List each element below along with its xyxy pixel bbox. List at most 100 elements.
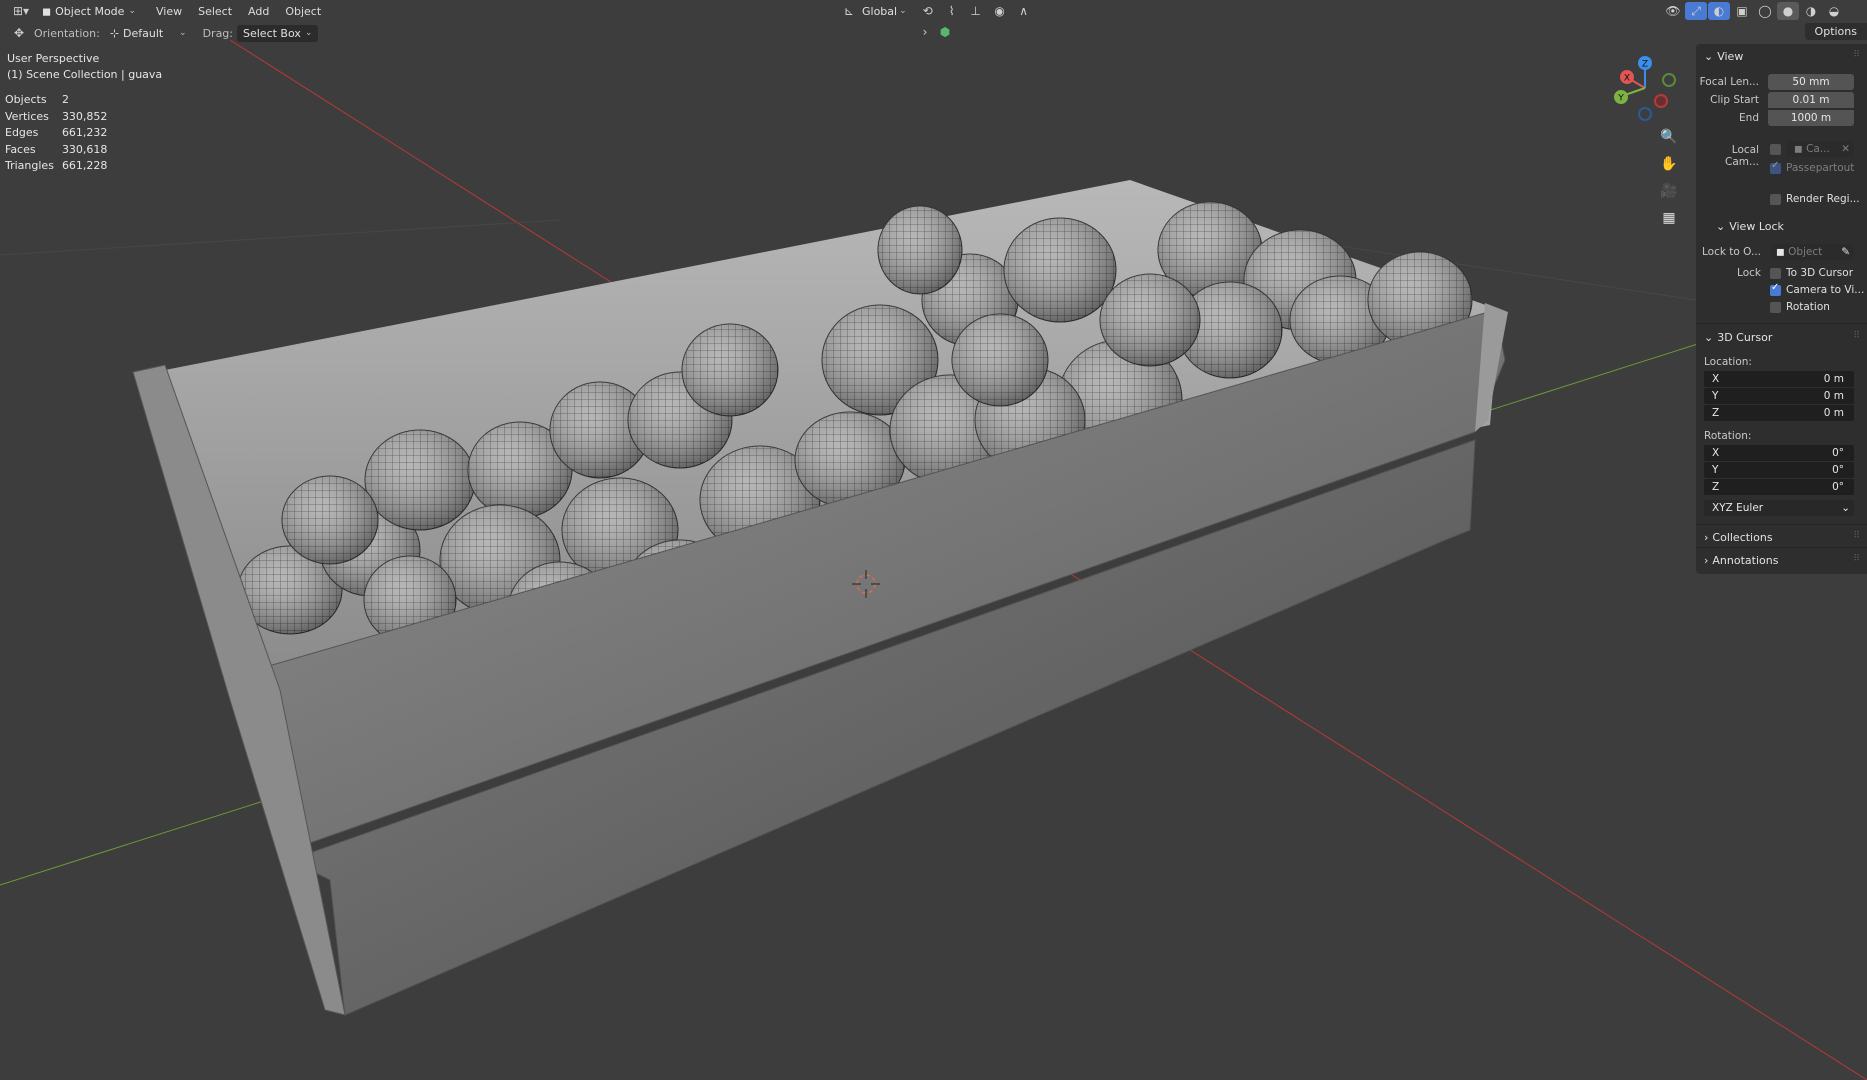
perspective-toggle-icon[interactable]: ▦ (1656, 205, 1682, 231)
camera-object-icon: ◼ (1794, 143, 1803, 155)
menu-object[interactable]: Object (277, 5, 329, 18)
drag-grip-icon[interactable]: ⠿ (1853, 554, 1861, 564)
options-button[interactable]: Options (1804, 23, 1867, 40)
axis-value: 0 m (1823, 390, 1844, 402)
orientation-dropdown[interactable]: ⊹ Default ⌄ (104, 25, 193, 42)
chevron-down-icon: ⌄ (128, 6, 136, 16)
chevron-down-icon: ⌄ (1704, 50, 1714, 63)
lock-to-cursor-checkbox[interactable] (1770, 268, 1781, 279)
view-lock-section-header[interactable]: ⌄ View Lock (1716, 220, 1784, 233)
stat-row: Vertices 330,852 (5, 109, 115, 126)
view-lock-title: View Lock (1729, 220, 1784, 233)
local-camera-field[interactable]: ◼ Ca... ✕ (1786, 141, 1854, 157)
clip-end-field[interactable]: 1000 m (1768, 110, 1854, 126)
transform-orientation-icon[interactable]: ⊾ (838, 2, 860, 20)
proportional-editing-icon[interactable]: ◉ (989, 2, 1011, 20)
orientation-icon: ⊹ (109, 26, 120, 40)
camera-view-icon[interactable]: 🎥 (1656, 178, 1682, 204)
eyedropper-icon[interactable]: ✎ (1841, 244, 1850, 260)
pan-hand-icon[interactable]: ✋ (1656, 151, 1682, 177)
render-region-checkbox[interactable] (1770, 194, 1781, 205)
axis-label: Y (1712, 464, 1719, 476)
menu-add[interactable]: Add (240, 5, 277, 18)
clip-end-label: End (1739, 112, 1759, 124)
stat-label: Faces (5, 142, 36, 156)
guava-shading (952, 314, 1048, 406)
chevron-right-icon[interactable]: › (918, 23, 932, 41)
close-icon[interactable]: ✕ (1841, 141, 1850, 157)
view-name: User Perspective (7, 52, 100, 65)
zoom-icon[interactable]: 🔍 (1656, 124, 1682, 150)
passepartout-label: Passepartout (1786, 162, 1855, 174)
clip-start-field[interactable]: 0.01 m (1768, 92, 1854, 108)
viewport-canvas[interactable] (0, 0, 1867, 1080)
move-tool-icon[interactable]: ✥ (8, 24, 30, 42)
visibility-icon[interactable]: 👁 (1662, 2, 1684, 20)
chevron-down-icon: ⌄ (1841, 502, 1850, 514)
collections-title: Collections (1712, 531, 1773, 544)
focal-length-label: Focal Len... (1699, 76, 1759, 88)
cursor-section-title: 3D Cursor (1717, 331, 1773, 344)
cursor-rotation-label: Rotation: (1704, 430, 1752, 442)
lock-rotation-checkbox[interactable] (1770, 302, 1781, 313)
cursor-location-z[interactable]: Z 0 m (1704, 405, 1854, 421)
axis-label: Z (1712, 407, 1720, 419)
header-bar: ⊞▾ ◼ Object Mode ⌄ View Select Add Objec… (0, 0, 1867, 22)
orientation-value: Default (123, 26, 164, 40)
mode-label: Object Mode (55, 4, 125, 18)
collections-section-header[interactable]: › Collections (1704, 531, 1773, 544)
cursor-location-label: Location: (1704, 356, 1752, 368)
solid-shading-icon[interactable]: ● (1777, 2, 1799, 20)
camera-to-view-checkbox[interactable] (1770, 282, 1781, 296)
lock-to-object-field[interactable]: ◼ Object ✎ (1770, 244, 1854, 260)
editor-type-icon[interactable]: ⊞▾ (6, 2, 36, 20)
drag-value: Select Box (243, 26, 301, 40)
gizmo-z-label: Z (1642, 60, 1648, 70)
lock-to-object-placeholder: Object (1788, 246, 1823, 258)
rotation-mode-dropdown[interactable]: XYZ Euler ⌄ (1704, 500, 1854, 516)
rendered-shading-icon[interactable]: ◒ (1823, 2, 1845, 20)
guava-shading (1100, 274, 1200, 366)
passepartout-checkbox[interactable] (1770, 160, 1781, 174)
cursor-rotation-x[interactable]: X 0° (1704, 445, 1854, 461)
viewport-shading-tools: 👁 ⤢ ◐ ▣ ◯ ● ◑ ◒ (1662, 2, 1845, 20)
cursor-section-header[interactable]: ⌄ 3D Cursor (1704, 331, 1772, 344)
falloff-icon[interactable]: ∧ (1013, 2, 1035, 20)
view-section-header[interactable]: ⌄ View (1704, 50, 1743, 63)
drag-grip-icon[interactable]: ⠿ (1853, 531, 1861, 541)
cursor-rotation-y[interactable]: Y 0° (1704, 462, 1854, 478)
pivot-point-icon[interactable]: ⟲ (917, 2, 939, 20)
stat-value: 330,852 (61, 109, 108, 123)
snap-icon[interactable]: ⌇ (941, 2, 963, 20)
annotations-section-header[interactable]: › Annotations (1704, 554, 1778, 567)
mode-dropdown[interactable]: ◼ Object Mode ⌄ (36, 3, 142, 20)
axis-value: 0° (1832, 447, 1844, 459)
focal-length-field[interactable]: 50 mm (1768, 74, 1854, 90)
shading-color-icon[interactable]: ⬢ (934, 23, 956, 41)
menu-select[interactable]: Select (190, 5, 240, 18)
wireframe-shading-icon[interactable]: ◯ (1754, 2, 1776, 20)
cursor-location-x[interactable]: X 0 m (1704, 371, 1854, 387)
cursor-location-y[interactable]: Y 0 m (1704, 388, 1854, 404)
cursor-rotation-z[interactable]: Z 0° (1704, 479, 1854, 495)
axis-value: 0° (1832, 464, 1844, 476)
rotation-mode-value: XYZ Euler (1712, 502, 1764, 514)
drag-grip-icon[interactable]: ⠿ (1853, 50, 1861, 60)
camera-to-view-label: Camera to Vi... (1786, 284, 1865, 296)
orientation-label: Orientation: (34, 26, 100, 40)
drag-grip-icon[interactable]: ⠿ (1853, 331, 1861, 341)
overlay-toggle-icon[interactable]: ◐ (1708, 2, 1730, 20)
annotations-title: Annotations (1712, 554, 1779, 567)
gizmo-toggle-icon[interactable]: ⤢ (1685, 2, 1707, 20)
material-shading-icon[interactable]: ◑ (1800, 2, 1822, 20)
xray-icon[interactable]: ▣ (1731, 2, 1753, 20)
collection-name: (1) Scene Collection | guava (7, 68, 163, 81)
stat-value: 661,232 (61, 126, 108, 139)
snap-target-icon[interactable]: ⊥ (965, 2, 987, 20)
local-camera-checkbox[interactable] (1770, 144, 1781, 155)
transform-orientation-label[interactable]: Global (862, 5, 897, 18)
drag-dropdown[interactable]: Select Box ⌄ (237, 24, 319, 42)
guava-shading (1004, 218, 1116, 322)
navigation-gizmo[interactable]: Z X Y (1605, 52, 1685, 127)
menu-view[interactable]: View (148, 5, 190, 18)
